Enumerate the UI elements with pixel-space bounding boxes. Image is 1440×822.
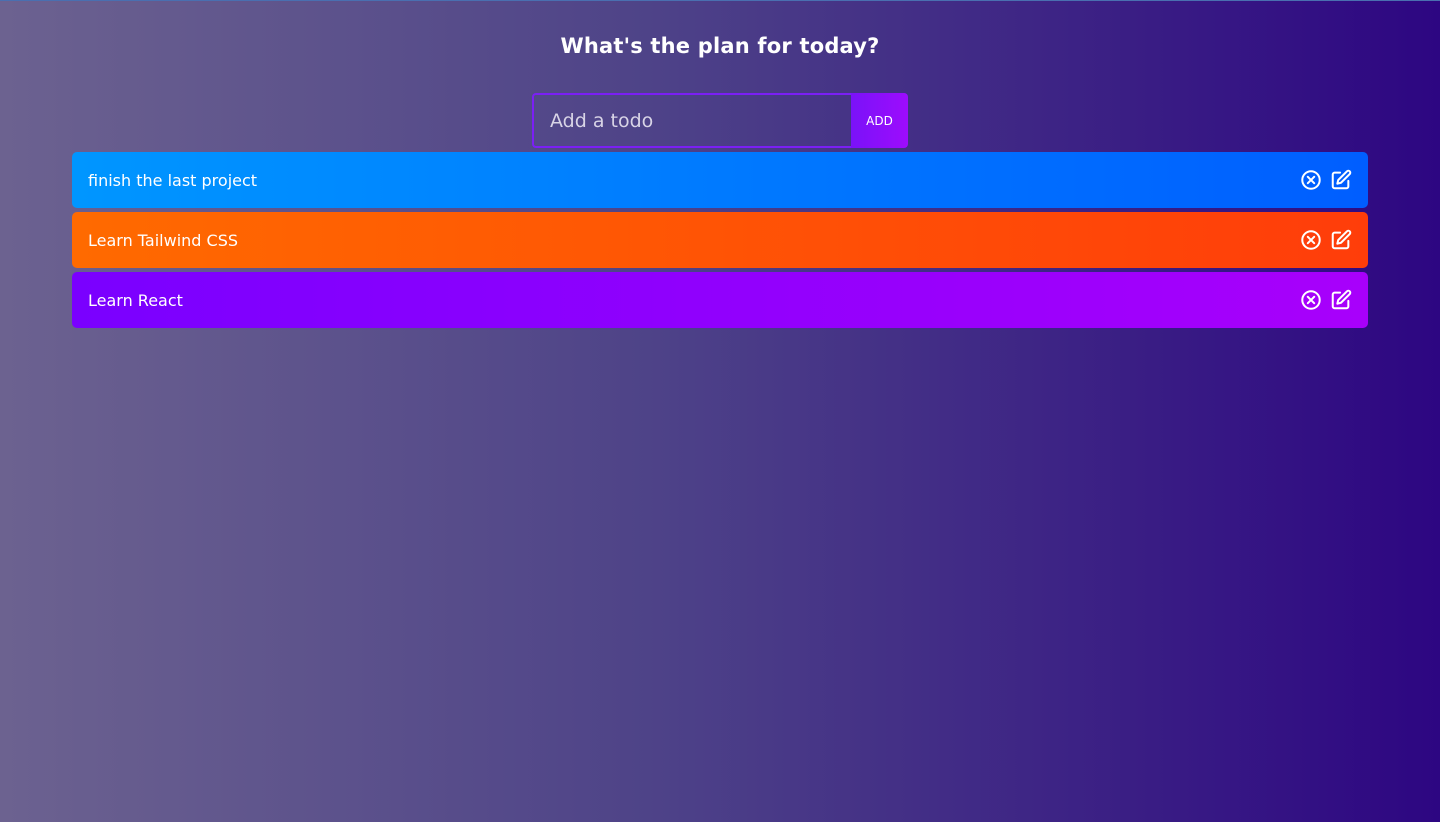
todo-list: finish the last project Learn Tailwind C…: [72, 152, 1368, 332]
todo-item-text: Learn Tailwind CSS: [88, 230, 239, 250]
close-circle-icon[interactable]: [1300, 169, 1322, 191]
edit-icon[interactable]: [1330, 229, 1352, 251]
todo-item-text: Learn React: [88, 290, 183, 310]
todo-form: ADD: [532, 93, 908, 148]
add-todo-button[interactable]: ADD: [851, 93, 908, 148]
page-title: What's the plan for today?: [560, 34, 880, 58]
close-circle-icon[interactable]: [1300, 289, 1322, 311]
edit-icon[interactable]: [1330, 169, 1352, 191]
todo-actions: [1300, 169, 1352, 191]
todo-item[interactable]: Learn React: [72, 272, 1368, 328]
todo-actions: [1300, 229, 1352, 251]
todo-item[interactable]: finish the last project: [72, 152, 1368, 208]
top-border: [0, 0, 1440, 1]
todo-item[interactable]: Learn Tailwind CSS: [72, 212, 1368, 268]
todo-actions: [1300, 289, 1352, 311]
todo-input[interactable]: [532, 93, 851, 148]
todo-item-text: finish the last project: [88, 170, 258, 190]
close-circle-icon[interactable]: [1300, 229, 1322, 251]
edit-icon[interactable]: [1330, 289, 1352, 311]
